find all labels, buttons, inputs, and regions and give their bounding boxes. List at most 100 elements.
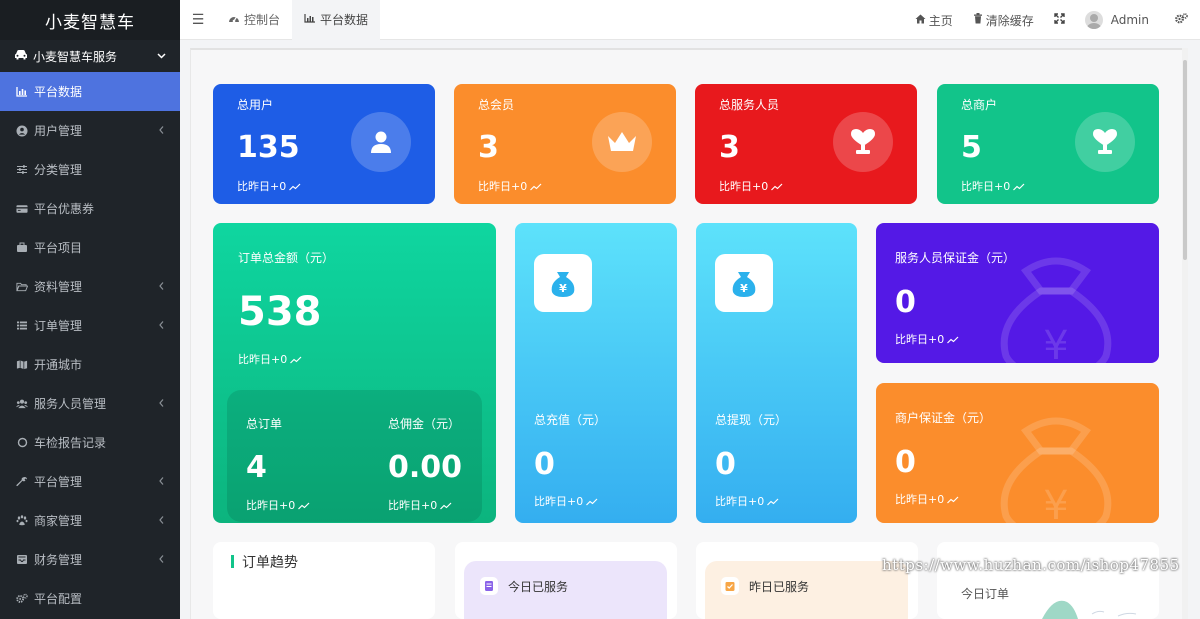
staff-deposit-card: ¥ 服务人员保证金（元） 0 比昨日+0	[876, 223, 1159, 363]
money-bag-icon: ¥	[715, 254, 773, 312]
stat-value: 135	[237, 130, 300, 165]
staff-deposit-value: 0	[895, 285, 916, 320]
total-commission-label: 总佣金（元）	[388, 417, 461, 431]
sidebar-item-0[interactable]: 平台数据	[0, 72, 180, 111]
cogs-icon	[1175, 13, 1188, 27]
bar-chart-icon	[16, 86, 28, 98]
sidebar-item-12[interactable]: 财务管理	[0, 540, 180, 579]
settings-button[interactable]	[1165, 13, 1200, 27]
withdraw-label: 总提现（元）	[715, 413, 788, 427]
staff-deposit-delta: 比昨日+0	[895, 331, 959, 347]
home-link[interactable]: 主页	[905, 12, 963, 29]
folder-open-icon	[16, 281, 28, 293]
sidebar-group-label: 小麦智慧车服务	[33, 49, 118, 64]
fullscreen-button[interactable]	[1044, 13, 1075, 27]
sidebar-item-label: 订单管理	[34, 319, 83, 333]
sidebar-item-label: 平台优惠券	[34, 202, 95, 216]
sidebar-item-8[interactable]: 服务人员管理	[0, 384, 180, 423]
heart-trophy-icon	[1075, 112, 1135, 172]
bar-chart-icon	[304, 13, 316, 26]
tab-dashboard[interactable]: 控制台	[216, 0, 292, 40]
sidebar-item-label: 车检报告记录	[34, 436, 107, 450]
sidebar-item-label: 财务管理	[34, 553, 83, 567]
chevron-left-icon	[159, 397, 164, 410]
merchant-deposit-card: ¥ 商户保证金（元） 0 比昨日+0	[876, 383, 1159, 523]
trend-up-icon	[290, 356, 302, 364]
cogs-icon	[16, 593, 28, 605]
sidebar-item-11[interactable]: 商家管理	[0, 501, 180, 540]
withdraw-card: ¥ 总提现（元） 0 比昨日+0	[696, 223, 857, 523]
today-orders-card: 今日订单	[937, 542, 1159, 619]
sidebar-group-header[interactable]: 小麦智慧车服务	[0, 40, 180, 72]
withdraw-value: 0	[715, 447, 736, 482]
total-orders-label: 总订单	[246, 417, 283, 431]
sidebar-item-2[interactable]: 分类管理	[0, 150, 180, 189]
credit-card-icon	[16, 203, 28, 215]
user-menu[interactable]: Admin	[1075, 11, 1165, 29]
stat-card-0: 总用户 135 比昨日+0	[213, 84, 435, 204]
clear-cache-button[interactable]: 清除缓存	[963, 12, 1044, 29]
today-served-label: 今日已服务	[508, 580, 569, 594]
chevron-left-icon	[159, 475, 164, 488]
user-icon	[351, 112, 411, 172]
chevron-left-icon	[159, 280, 164, 293]
sidebar-item-9[interactable]: 车检报告记录	[0, 423, 180, 462]
sidebar-item-1[interactable]: 用户管理	[0, 111, 180, 150]
merchant-deposit-value: 0	[895, 445, 916, 480]
chevron-left-icon	[159, 553, 164, 566]
chevron-down-icon	[157, 51, 166, 62]
orders-total-value: 538	[238, 289, 322, 335]
sidebar-item-label: 服务人员管理	[34, 397, 107, 411]
delta-text: 比昨日+0	[237, 180, 287, 193]
stat-delta: 比昨日+0	[478, 178, 542, 194]
stat-label: 总用户	[237, 98, 274, 112]
stat-label: 总会员	[478, 98, 515, 112]
menu-toggle-icon[interactable]: ☰	[180, 12, 216, 28]
trend-up-icon	[586, 498, 598, 506]
avatar	[1084, 11, 1103, 29]
orders-total-card: 订单总金额（元） 538 比昨日+0 总订单 4 比昨日+0 总佣金（元） 0.…	[213, 223, 496, 523]
money-bag-watermark-icon: ¥	[1000, 257, 1112, 363]
withdraw-delta: 比昨日+0	[715, 493, 779, 509]
trend-up-icon	[771, 183, 783, 191]
document-icon	[480, 577, 498, 595]
total-orders-delta: 比昨日+0	[246, 497, 310, 513]
trend-up-icon	[1013, 183, 1025, 191]
sidebar-item-13[interactable]: 平台配置	[0, 579, 180, 618]
sidebar-item-5[interactable]: 资料管理	[0, 267, 180, 306]
tab-platform-data[interactable]: 平台数据	[292, 0, 381, 40]
user-name: Admin	[1110, 13, 1149, 27]
sliders-icon	[16, 164, 28, 176]
scrollbar-thumb[interactable]	[1183, 60, 1187, 260]
map-icon	[16, 359, 28, 371]
sidebar-item-label: 用户管理	[34, 124, 83, 138]
heart-trophy-icon	[833, 112, 893, 172]
sidebar-item-3[interactable]: 平台优惠券	[0, 189, 180, 228]
svg-text:¥: ¥	[559, 282, 567, 295]
sidebar-item-label: 平台管理	[34, 475, 83, 489]
total-orders-value: 4	[246, 450, 267, 485]
delta-text: 比昨日+0	[238, 353, 288, 366]
delta-text: 比昨日+0	[478, 180, 528, 193]
money-bag-icon: ¥	[534, 254, 592, 312]
today-orders-sparkline	[1042, 600, 1137, 619]
crown-icon	[592, 112, 652, 172]
orders-total-label: 订单总金额（元）	[238, 251, 335, 265]
sidebar-item-6[interactable]: 订单管理	[0, 306, 180, 345]
today-served-panel: 今日已服务	[464, 561, 667, 619]
sidebar-item-10[interactable]: 平台管理	[0, 462, 180, 501]
stat-delta: 比昨日+0	[961, 178, 1025, 194]
trend-up-icon	[947, 336, 959, 344]
circle-icon	[16, 437, 28, 449]
car-icon	[14, 49, 28, 63]
stat-value: 5	[961, 130, 982, 165]
delta-text: 比昨日+0	[719, 180, 769, 193]
svg-text:¥: ¥	[1043, 483, 1068, 523]
trend-up-icon	[530, 183, 542, 191]
sidebar-item-7[interactable]: 开通城市	[0, 345, 180, 384]
trend-up-icon	[298, 502, 310, 510]
trend-up-icon	[767, 498, 779, 506]
stat-label: 总商户	[961, 98, 998, 112]
stat-card-2: 总服务人员 3 比昨日+0	[695, 84, 917, 204]
sidebar-item-4[interactable]: 平台项目	[0, 228, 180, 267]
